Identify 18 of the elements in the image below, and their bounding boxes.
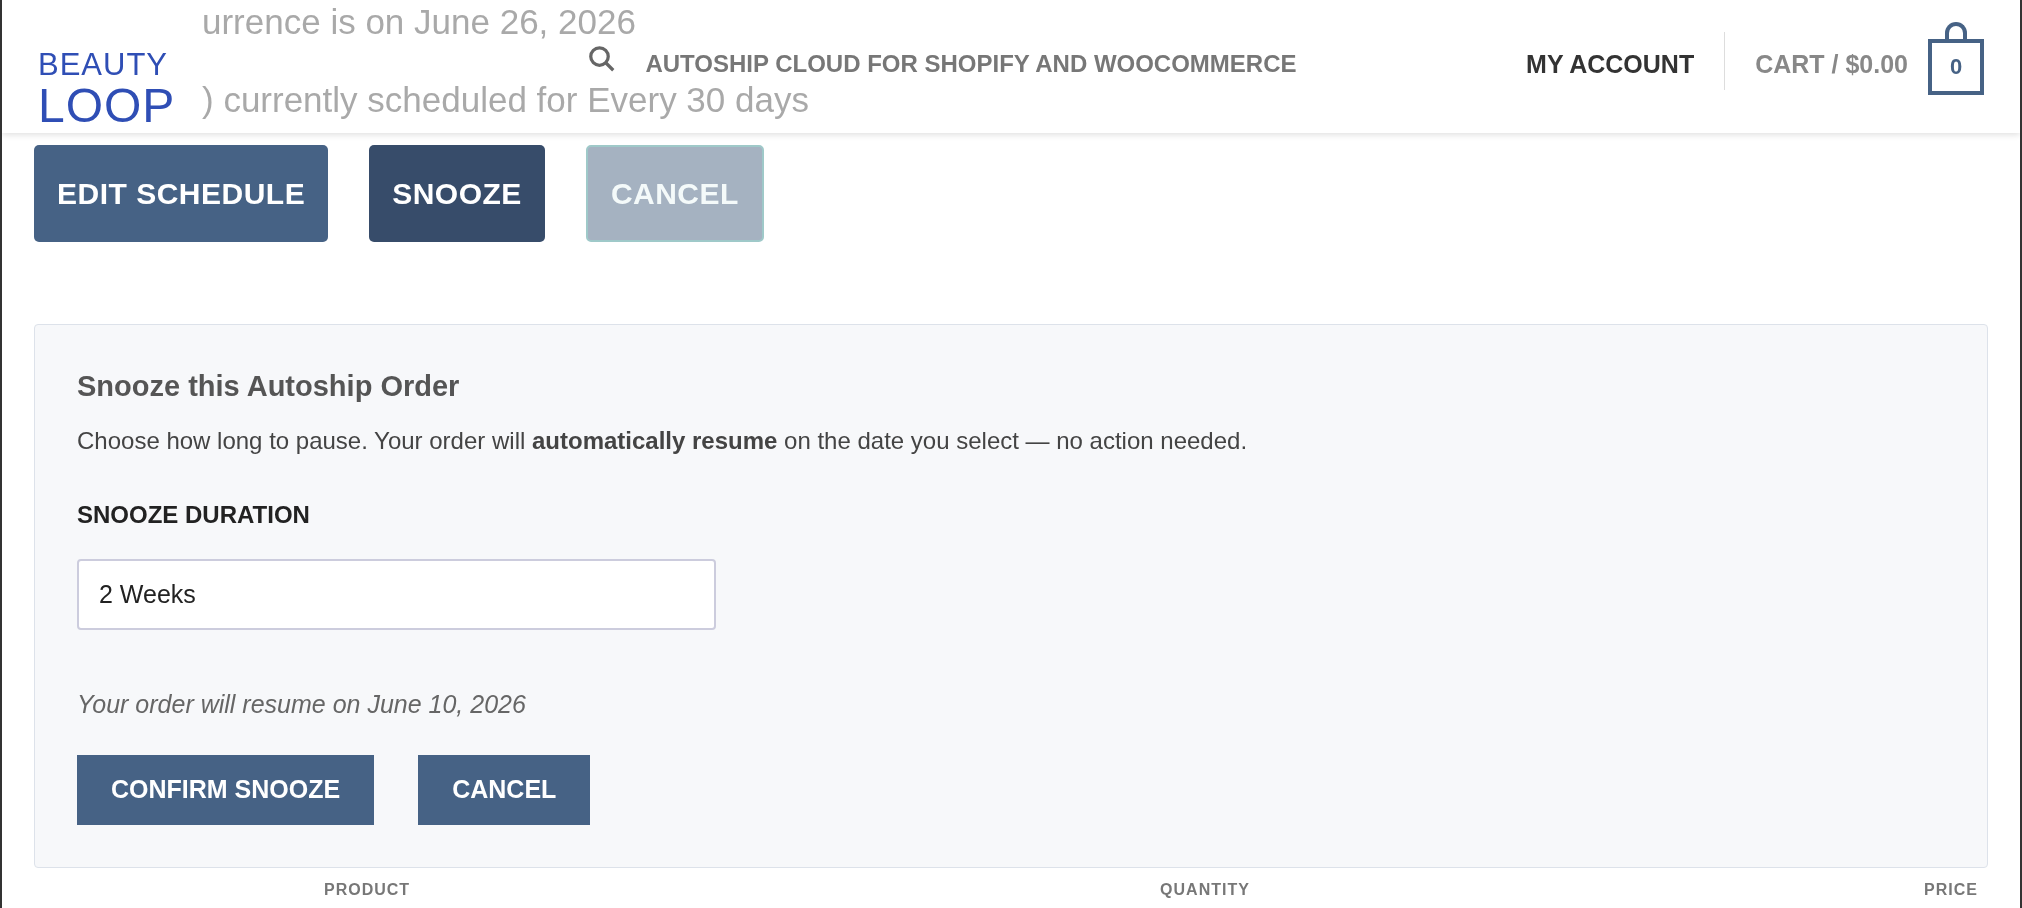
duration-select[interactable]: 2 Weeks — [77, 558, 716, 630]
cart-link[interactable]: CART / $0.00 — [1755, 46, 1908, 84]
action-button[interactable]: EDIT SCHEDULE — [34, 145, 329, 242]
column-header: PRODUCT — [323, 880, 411, 900]
faded-page-text: urrence is on June 26, 2026 — [202, 2, 636, 42]
resume-note: Your order will resume on June 10, 2026 — [77, 688, 527, 720]
column-header: PRICE — [1924, 880, 1979, 900]
panel-button[interactable]: CONFIRM SNOOZE — [77, 755, 375, 825]
action-button[interactable]: SNOOZE — [369, 145, 545, 242]
logo[interactable]: BEAUTY LOOP — [38, 49, 176, 130]
faded-page-text: ) currently scheduled for Every 30 days — [202, 80, 809, 120]
panel-description: Choose how long to pause. Your order will automatically resume on the date you select — no action needed. — [77, 425, 1249, 456]
panel-title: Snooze this Autoship Order — [77, 369, 461, 404]
account-link[interactable]: MY ACCOUNT — [1526, 46, 1695, 84]
search-link[interactable]: AUTOSHIP CLOUD FOR SHOPIFY AND WOOCOMMERCE — [645, 46, 1297, 82]
field-label: SNOOZE DURATION — [77, 499, 311, 530]
panel-button[interactable]: CANCEL — [418, 755, 591, 825]
column-header: QUANTITY — [1159, 880, 1250, 900]
